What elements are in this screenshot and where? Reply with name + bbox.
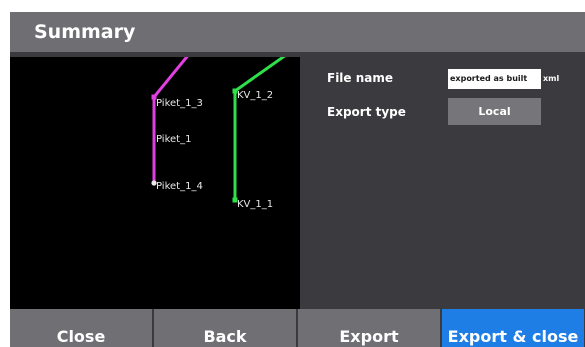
piket-line: [152, 57, 189, 183]
point-label: Piket_1_4: [156, 181, 203, 192]
kv-line: [233, 57, 286, 200]
point-label: Piket_1: [156, 134, 192, 145]
point-label: Piket_1_3: [156, 98, 203, 109]
button-bar: Close Back Export Export & close: [10, 309, 585, 347]
dialog-title: Summary: [34, 21, 136, 43]
preview-canvas[interactable]: Piket_1_3 Piket_1 Piket_1_4 KV_1_2 KV_1_…: [10, 57, 300, 321]
point-label: KV_1_2: [237, 90, 274, 101]
export-type-label: Export type: [327, 105, 406, 119]
point-label: KV_1_1: [237, 199, 274, 210]
export-and-close-button[interactable]: Export & close: [442, 309, 584, 347]
back-button[interactable]: Back: [154, 309, 298, 347]
summary-dialog: Summary Piket_1_3 Piket_1 Piket_1_4 KV_1…: [10, 12, 585, 347]
export-button[interactable]: Export: [298, 309, 442, 347]
file-name-label: File name: [327, 71, 394, 85]
file-name-input[interactable]: exported as built: [448, 69, 541, 89]
file-name-extension: xml: [543, 74, 560, 83]
export-type-select[interactable]: Local: [448, 98, 541, 125]
close-button[interactable]: Close: [10, 309, 154, 347]
title-bar: Summary: [10, 12, 585, 52]
